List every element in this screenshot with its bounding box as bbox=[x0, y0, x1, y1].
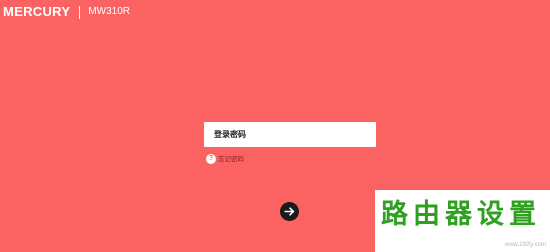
password-input[interactable] bbox=[214, 124, 364, 145]
site-watermark: 路由器设置 www.192ly.com bbox=[375, 190, 550, 252]
login-submit-button[interactable] bbox=[280, 202, 299, 221]
question-icon: ? bbox=[206, 154, 216, 164]
password-field[interactable] bbox=[204, 122, 376, 147]
watermark-url: www.192ly.com bbox=[504, 242, 546, 248]
brand-header: MERCURY MW310R bbox=[3, 4, 130, 20]
mercury-logo: MERCURY bbox=[3, 4, 71, 19]
watermark-title: 路由器设置 bbox=[381, 199, 541, 230]
model-name: MW310R bbox=[88, 6, 131, 17]
header-divider bbox=[79, 5, 81, 19]
forgot-password[interactable]: ? 忘记密码 bbox=[206, 154, 244, 164]
arrow-right-icon bbox=[284, 207, 295, 216]
forgot-password-link[interactable]: 忘记密码 bbox=[218, 154, 244, 164]
